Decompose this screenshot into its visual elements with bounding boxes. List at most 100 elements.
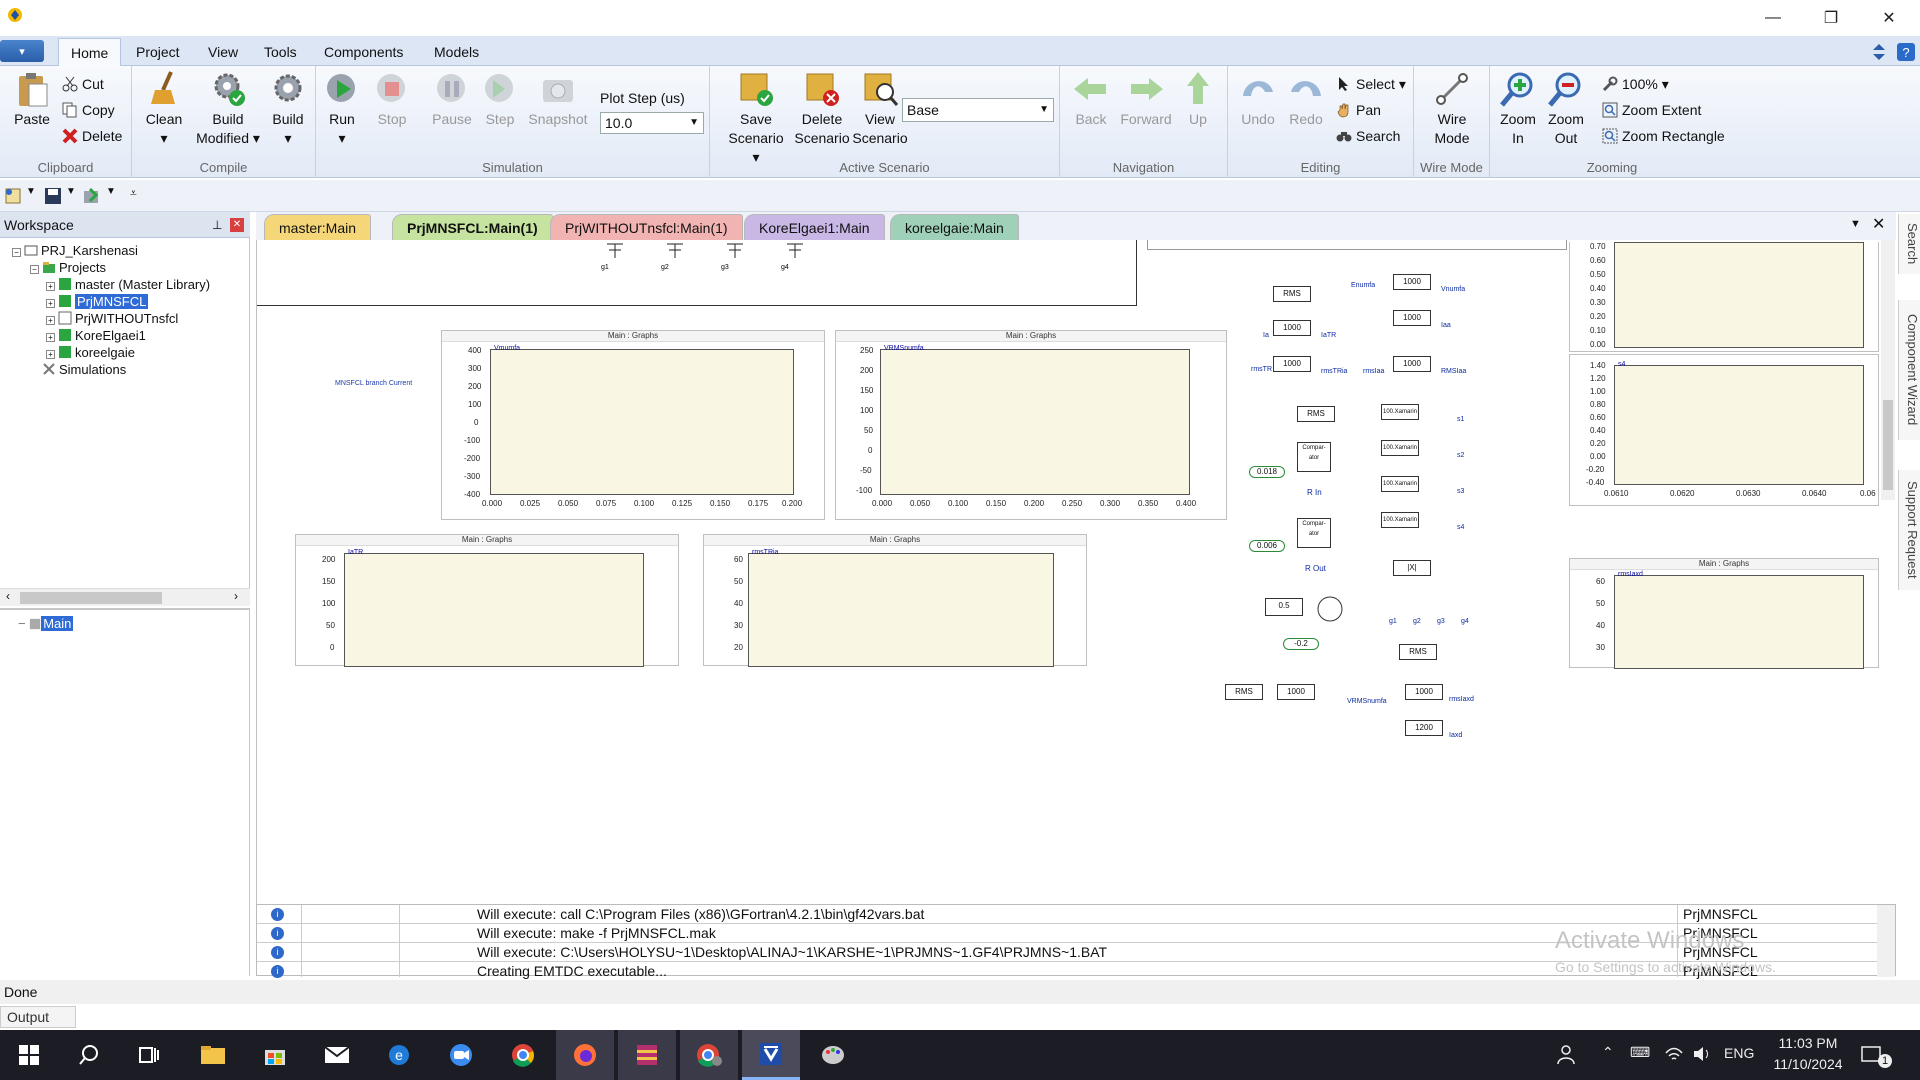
multiplier-block[interactable]: 100.Xamarin xyxy=(1381,440,1419,456)
side-tab-support-request[interactable]: Support Request xyxy=(1898,470,1920,590)
graph-frame-top-right[interactable]: 0.70 0.60 0.50 0.40 0.30 0.20 0.10 0.00 xyxy=(1569,242,1879,352)
zoom-app-button[interactable] xyxy=(432,1030,490,1080)
graph-frame-rmsiaxd[interactable]: Main : Graphs rmsIaxd 60 50 40 30 xyxy=(1569,558,1879,669)
constant-block[interactable]: 0.018 xyxy=(1249,466,1285,478)
close-document-icon[interactable]: ✕ xyxy=(1872,214,1885,234)
scenario-select[interactable]: Base ▼ xyxy=(902,98,1054,122)
copy-button[interactable]: Copy xyxy=(62,98,115,122)
close-panel-icon[interactable]: ✕ xyxy=(230,218,244,232)
hierarchy-main[interactable]: − Main xyxy=(18,616,74,631)
wire-mode-button[interactable]: Wire Mode xyxy=(1424,70,1480,148)
tree-simulations[interactable]: Simulations xyxy=(42,361,126,378)
gain-block[interactable]: 1000 xyxy=(1277,684,1315,700)
customize-qat-icon[interactable]: ⩡ xyxy=(130,186,137,201)
new-file-icon[interactable] xyxy=(4,187,24,205)
task-view-button[interactable] xyxy=(120,1030,178,1080)
tab-home[interactable]: Home xyxy=(58,38,122,66)
step-button[interactable]: Step xyxy=(480,70,520,129)
constant-block[interactable]: -0.2 xyxy=(1283,638,1319,650)
scroll-left-icon[interactable]: ‹ xyxy=(6,589,10,603)
help-icon[interactable]: ? xyxy=(1896,42,1916,62)
comparator-block[interactable]: Compar-ator xyxy=(1297,518,1331,548)
tab-models[interactable]: Models xyxy=(422,38,491,66)
stop-button[interactable]: Stop xyxy=(370,70,414,129)
save-dropdown-icon[interactable]: ▼ xyxy=(66,186,76,197)
abs-block[interactable]: |X| xyxy=(1393,560,1431,576)
collapse-icon[interactable]: − xyxy=(30,265,39,274)
mail-button[interactable] xyxy=(308,1030,366,1080)
paste-button[interactable]: Paste xyxy=(8,70,56,129)
restore-button[interactable]: ❐ xyxy=(1802,0,1860,36)
expand-icon[interactable]: + xyxy=(46,282,55,291)
zoom-rectangle-button[interactable]: Zoom Rectangle xyxy=(1602,124,1725,148)
winrar-button[interactable] xyxy=(618,1030,676,1080)
collapse-icon[interactable]: − xyxy=(12,248,21,257)
delete-scenario-button[interactable]: Delete Scenario xyxy=(790,70,854,148)
zoom-in-button[interactable]: Zoom In xyxy=(1496,70,1540,148)
undo-button[interactable]: Undo xyxy=(1236,70,1280,129)
graph-frame-vnumfa[interactable]: Main : Graphs Vmumfa 400 300 200 100 0 -… xyxy=(441,330,825,520)
scrollbar-thumb[interactable] xyxy=(20,592,162,604)
gain-block[interactable]: 1000 xyxy=(1273,356,1311,372)
gain-block[interactable]: 0.5 xyxy=(1265,598,1303,616)
graph-frame-rmstria[interactable]: Main : Graphs rmsTRia 60 50 40 30 20 xyxy=(703,534,1087,667)
import-icon[interactable] xyxy=(82,187,102,205)
side-tab-component-wizard[interactable]: Component Wizard xyxy=(1898,300,1920,440)
rms-block[interactable]: RMS xyxy=(1297,406,1335,422)
redo-button[interactable]: Redo xyxy=(1284,70,1328,129)
expand-icon[interactable]: + xyxy=(46,299,55,308)
select-button[interactable]: Select ▾ xyxy=(1336,72,1406,96)
minimize-button[interactable]: — xyxy=(1744,0,1802,36)
clock-time[interactable]: 11:03 PM xyxy=(1774,1035,1842,1051)
expand-icon[interactable]: + xyxy=(46,350,55,359)
zoom-out-button[interactable]: Zoom Out xyxy=(1544,70,1588,148)
rms-block[interactable]: RMS xyxy=(1399,644,1437,660)
tab-koreelgaie-main[interactable]: koreelgaie:Main xyxy=(890,214,1019,240)
graph-frame-vrmsnumfa[interactable]: Main : Graphs VRMSnumfa 250 200 150 100 … xyxy=(835,330,1227,520)
up-button[interactable]: Up xyxy=(1178,70,1218,129)
expand-icon[interactable]: + xyxy=(46,316,55,325)
zoom-level-button[interactable]: 100% ▾ xyxy=(1602,72,1669,96)
wifi-icon[interactable] xyxy=(1664,1045,1684,1063)
paint-button[interactable] xyxy=(804,1030,862,1080)
tree-projects[interactable]: − Projects xyxy=(30,259,106,276)
output-tab[interactable]: Output xyxy=(0,1006,76,1028)
import-dropdown-icon[interactable]: ▼ xyxy=(106,186,116,197)
file-explorer-button[interactable] xyxy=(184,1030,242,1080)
people-icon[interactable] xyxy=(1556,1044,1576,1066)
volume-icon[interactable] xyxy=(1692,1045,1712,1063)
taskbar-search-button[interactable] xyxy=(60,1030,118,1080)
multiplier-block[interactable]: 100.Xamarin xyxy=(1381,512,1419,528)
cut-button[interactable]: Cut xyxy=(62,72,104,96)
constant-block[interactable]: 0.006 xyxy=(1249,540,1285,552)
close-button[interactable]: ✕ xyxy=(1860,0,1918,36)
tray-expand-icon[interactable]: ⌃ xyxy=(1602,1044,1614,1061)
gain-block[interactable]: 1000 xyxy=(1393,356,1431,372)
clock-date[interactable]: 11/10/2024 xyxy=(1768,1056,1848,1072)
keyboard-icon[interactable]: ⌨ xyxy=(1630,1044,1650,1061)
multiplier-block[interactable]: 100.Xamarin xyxy=(1381,404,1419,420)
tab-tools[interactable]: Tools xyxy=(252,38,309,66)
firefox-button[interactable] xyxy=(556,1030,614,1080)
tab-koreelgaei1-main[interactable]: KoreElgaei1:Main xyxy=(744,214,885,240)
graph-frame-iatr[interactable]: Main : Graphs IaTR 200 150 100 50 0 xyxy=(295,534,679,667)
language-indicator[interactable]: ENG xyxy=(1724,1045,1754,1061)
gain-block[interactable]: 1000 xyxy=(1273,320,1311,336)
tab-master-main[interactable]: master:Main xyxy=(264,214,372,240)
clean-button[interactable]: Clean ▾ xyxy=(140,70,188,148)
tree-project-master[interactable]: + master (Master Library) xyxy=(46,276,210,293)
edge-button[interactable]: e xyxy=(370,1030,428,1080)
build-button[interactable]: Build ▾ xyxy=(266,70,310,148)
scrollbar-thumb[interactable] xyxy=(1883,400,1893,490)
snapshot-button[interactable]: Snapshot xyxy=(526,70,590,129)
pscad-button[interactable] xyxy=(742,1030,800,1080)
chrome-button[interactable] xyxy=(494,1030,552,1080)
chrome-profile-button[interactable] xyxy=(680,1030,738,1080)
store-button[interactable] xyxy=(246,1030,304,1080)
scroll-right-icon[interactable]: › xyxy=(234,589,238,603)
comparator-block[interactable]: Compar-ator xyxy=(1297,442,1331,472)
canvas-vertical-scrollbar[interactable] xyxy=(1881,240,1895,500)
pause-button[interactable]: Pause xyxy=(430,70,474,129)
side-tab-search[interactable]: Search xyxy=(1898,214,1920,274)
start-button[interactable] xyxy=(0,1030,58,1080)
